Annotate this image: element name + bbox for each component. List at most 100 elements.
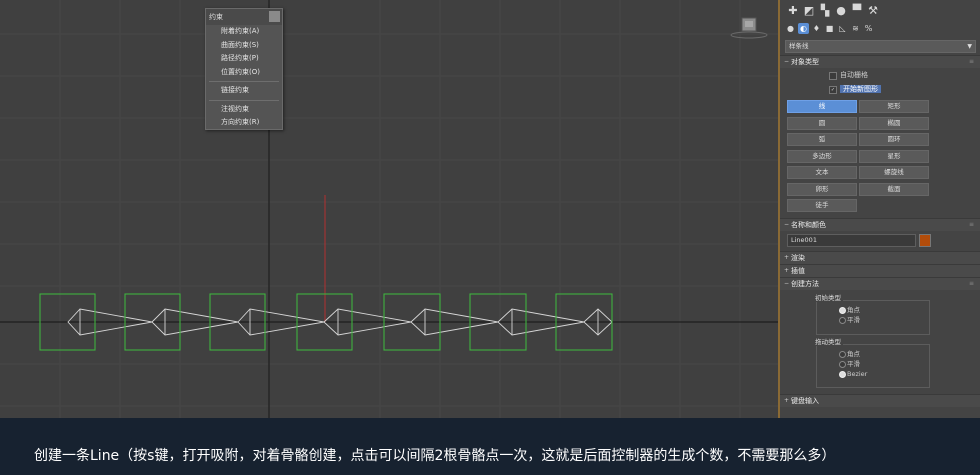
radio-dot[interactable] xyxy=(839,371,846,378)
menu-separator xyxy=(209,99,279,101)
star-button[interactable]: 星形 xyxy=(859,149,929,163)
systems-icon[interactable]: % xyxy=(863,23,874,34)
close-icon[interactable] xyxy=(269,11,280,22)
drag-corner-label: 角点 xyxy=(847,350,860,358)
ellipse-button[interactable]: 椭圆 xyxy=(859,116,929,130)
menu-item-surface-constraint[interactable]: 曲面约束(S) xyxy=(206,39,282,53)
collapse-icon: − xyxy=(784,58,790,65)
interpolation-title: 插值 xyxy=(791,267,805,275)
object-name-field[interactable]: Line001 xyxy=(787,234,916,247)
cameras-icon[interactable]: ■ xyxy=(824,23,835,34)
expand-icon: + xyxy=(784,267,790,274)
menu-item-lookat-constraint[interactable]: 注视约束 xyxy=(206,103,282,117)
subtitle-bar: 创建一条Line（按s键，打开吸附，对着骨骼创建，点击可以间隔2根骨骼点一次，这… xyxy=(0,418,980,475)
menu-item-attachment-constraint[interactable]: 附着约束(A) xyxy=(206,25,282,39)
create-icon[interactable]: ✚ xyxy=(786,3,800,17)
drag-type-group: 拖动类型 角点 平滑 Bezier xyxy=(813,336,930,388)
category-dropdown[interactable]: 样条线 ▼ xyxy=(785,40,976,53)
object-type-rollout-header[interactable]: − 对象类型 ≡ xyxy=(780,55,980,68)
menu-item-path-constraint[interactable]: 路径约束(P) xyxy=(206,52,282,66)
name-color-rollout-header[interactable]: − 名称和颜色 ≡ xyxy=(780,218,980,231)
rendering-title: 渲染 xyxy=(791,254,805,262)
modify-icon[interactable]: ◩ xyxy=(802,3,816,17)
create-subtabs: ● ◐ ♦ ■ ◺ ≋ % xyxy=(780,20,980,36)
helpers-icon[interactable]: ◺ xyxy=(837,23,848,34)
constraint-menu-title-text: 约束 xyxy=(209,13,223,21)
shapes-icon[interactable]: ◐ xyxy=(798,22,809,34)
drag-smooth-radio[interactable]: 平滑 xyxy=(817,359,929,369)
menu-item-position-constraint[interactable]: 位置约束(O) xyxy=(206,66,282,80)
pin-icon: ≡ xyxy=(968,221,974,228)
hierarchy-icon[interactable]: ▚ xyxy=(818,3,832,17)
chevron-down-icon: ▼ xyxy=(967,43,972,50)
constraint-menu: 约束 附着约束(A) 曲面约束(S) 路径约束(P) 位置约束(O) 链接约束 … xyxy=(205,8,283,130)
initial-type-label: 初始类型 xyxy=(813,292,843,302)
name-color-title: 名称和颜色 xyxy=(791,221,826,229)
circle-button[interactable]: 圆 xyxy=(787,116,857,130)
lights-icon[interactable]: ♦ xyxy=(811,23,822,34)
motion-icon[interactable]: ● xyxy=(834,3,848,17)
collapse-icon: − xyxy=(784,280,790,287)
subtitle-text: 创建一条Line（按s键，打开吸附，对着骨骼创建，点击可以间隔2根骨骼点一次，这… xyxy=(34,448,836,464)
auto-grid-checkbox-row[interactable]: 自动栅格 xyxy=(780,68,980,82)
command-panel: ✚ ◩ ▚ ● ▀ ⚒ ● ◐ ♦ ■ ◺ ≋ % 样条线 ▼ − 对象类型 ≡… xyxy=(778,0,980,418)
display-icon[interactable]: ▀ xyxy=(850,3,864,17)
drag-smooth-label: 平滑 xyxy=(847,360,860,368)
rectangle-button[interactable]: 矩形 xyxy=(859,100,929,113)
radio-dot[interactable] xyxy=(839,317,846,324)
section-button[interactable]: 截面 xyxy=(859,182,929,196)
keyboard-entry-rollout-header[interactable]: + 键盘输入 xyxy=(780,394,980,407)
viewport[interactable]: 约束 附着约束(A) 曲面约束(S) 路径约束(P) 位置约束(O) 链接约束 … xyxy=(0,0,778,418)
keyboard-entry-title: 键盘输入 xyxy=(791,397,819,405)
initial-smooth-radio[interactable]: 平滑 xyxy=(817,315,929,325)
utilities-icon[interactable]: ⚒ xyxy=(866,3,880,17)
initial-type-group: 初始类型 角点 平滑 xyxy=(813,292,930,335)
geometry-icon[interactable]: ● xyxy=(785,23,796,34)
rendering-rollout-header[interactable]: + 渲染 xyxy=(780,251,980,264)
radio-dot[interactable] xyxy=(839,307,846,314)
shape-buttons: 线 矩形 圆 椭圆 弧 圆环 多边形 星形 文本 螺旋线 卵形 截面 徒手 xyxy=(787,100,980,212)
freehand-button[interactable]: 徒手 xyxy=(787,199,857,212)
start-new-shape-checkbox[interactable]: ✓ xyxy=(829,86,837,94)
creation-method-title: 创建方法 xyxy=(791,280,819,288)
auto-grid-checkbox[interactable] xyxy=(829,72,837,80)
helix-button[interactable]: 螺旋线 xyxy=(859,166,929,179)
initial-corner-radio[interactable]: 角点 xyxy=(817,305,929,315)
drag-type-label: 拖动类型 xyxy=(813,336,843,346)
donut-button[interactable]: 圆环 xyxy=(859,133,929,146)
menu-item-orientation-constraint[interactable]: 方向约束(R) xyxy=(206,116,282,130)
radio-dot[interactable] xyxy=(839,361,846,368)
expand-icon: + xyxy=(784,397,790,404)
start-new-shape-label: 开始新图形 xyxy=(840,85,881,93)
radio-dot[interactable] xyxy=(839,351,846,358)
auto-grid-label: 自动栅格 xyxy=(840,71,868,79)
collapse-icon: − xyxy=(784,221,790,228)
spacewarps-icon[interactable]: ≋ xyxy=(850,23,861,34)
expand-icon: + xyxy=(784,254,790,261)
creation-method-rollout-header[interactable]: − 创建方法 ≡ xyxy=(780,277,980,290)
drag-bezier-label: Bezier xyxy=(847,370,868,378)
egg-button[interactable]: 卵形 xyxy=(787,182,857,196)
text-button[interactable]: 文本 xyxy=(787,166,857,179)
initial-smooth-label: 平滑 xyxy=(847,316,860,324)
menu-separator xyxy=(209,81,279,82)
menu-item-link-constraint[interactable]: 链接约束 xyxy=(206,84,282,98)
line-button[interactable]: 线 xyxy=(787,100,857,113)
command-panel-tabs: ✚ ◩ ▚ ● ▀ ⚒ xyxy=(780,0,980,20)
name-row: Line001 xyxy=(787,234,980,247)
initial-corner-label: 角点 xyxy=(847,306,860,314)
ngon-button[interactable]: 多边形 xyxy=(787,149,857,163)
viewport-scene[interactable] xyxy=(0,0,778,418)
pin-icon: ≡ xyxy=(968,280,974,287)
category-dropdown-value: 样条线 xyxy=(789,42,809,50)
interpolation-rollout-header[interactable]: + 插值 xyxy=(780,264,980,277)
constraint-menu-title: 约束 xyxy=(206,9,282,25)
viewcube-icon[interactable] xyxy=(730,17,768,39)
drag-corner-radio[interactable]: 角点 xyxy=(817,349,929,359)
drag-bezier-radio[interactable]: Bezier xyxy=(817,369,929,379)
object-color-swatch[interactable] xyxy=(919,234,931,247)
start-new-shape-row[interactable]: ✓ 开始新图形 xyxy=(780,82,980,96)
arc-button[interactable]: 弧 xyxy=(787,133,857,146)
object-type-title: 对象类型 xyxy=(791,58,819,66)
pin-icon: ≡ xyxy=(968,58,974,65)
